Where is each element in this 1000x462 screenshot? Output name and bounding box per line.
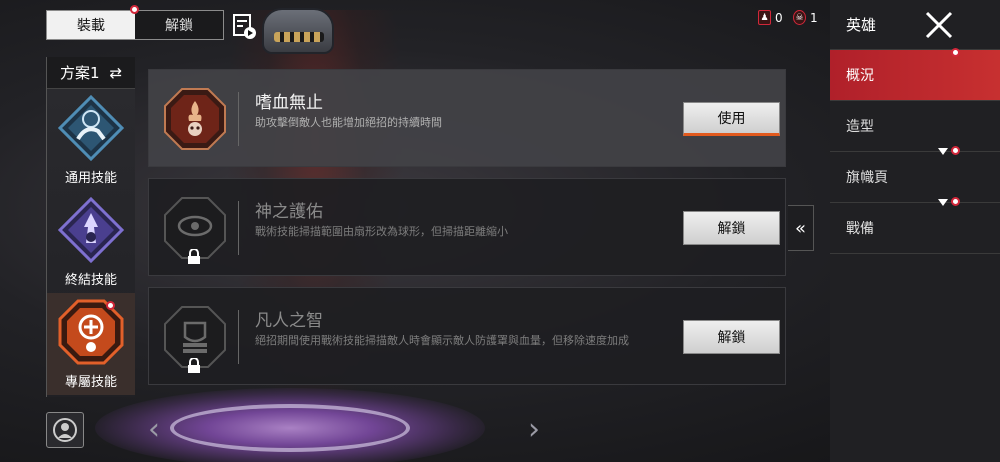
right-nav-panel: 英雄 概況 造型 旗幟頁 戰備 (830, 0, 1000, 462)
nav-item-label: 概況 (846, 68, 874, 84)
hero-head (262, 8, 334, 54)
notification-dot-icon (951, 146, 960, 155)
perk-slot-column: 方案1 ⇄ 通用技能 終結技能 專屬技能 (46, 57, 135, 397)
notification-dot-icon (951, 48, 960, 57)
card-divider (238, 92, 239, 146)
perk-title: 嗜血無止 (255, 93, 323, 113)
character-rotate-icon (53, 418, 77, 442)
collapse-panel-button[interactable]: « (788, 205, 814, 251)
triangle-down-icon (938, 148, 948, 155)
perk-card-divine-protection[interactable]: 神之護佑 戰術技能掃描範圍由扇形改為球形，但掃描距離縮小 解鎖 (148, 178, 786, 276)
close-icon[interactable] (924, 10, 954, 40)
perk-slot-general-label: 通用技能 (64, 171, 117, 186)
perk-description: 絕招期間使用戰術技能掃描敵人時會顯示敵人防護罩與血量，但移除速度加成 (255, 334, 629, 347)
card-divider (238, 201, 239, 255)
bloodlust-badge (163, 87, 227, 151)
card-divider (238, 310, 239, 364)
finisher-perk-icon (58, 197, 124, 263)
lock-icon (188, 249, 200, 264)
platform-ring (170, 404, 410, 452)
tab-equip-label: 裝載 (77, 18, 105, 34)
perk-slot-exclusive-label: 專屬技能 (64, 375, 117, 390)
nav-item-label: 造型 (846, 119, 874, 135)
tab-unlock-label: 解鎖 (165, 18, 193, 34)
swap-icon: ⇄ (109, 63, 123, 82)
notification-dot-icon (130, 5, 139, 14)
perk-slot-general[interactable]: 通用技能 (47, 89, 135, 191)
lock-icon (188, 358, 200, 373)
rotate-right-arrow-icon[interactable]: › (528, 412, 540, 447)
loadout-label: 方案1 (59, 64, 100, 82)
document-play-icon[interactable] (233, 14, 257, 40)
exclusive-perk-icon (58, 299, 124, 365)
perk-description: 戰術技能掃描範圍由扇形改為球形，但掃描距離縮小 (255, 225, 508, 238)
perk-slot-exclusive[interactable]: 專屬技能 (47, 293, 135, 395)
status-count-b: ☠ 1 (793, 10, 818, 25)
skull-flame-icon (164, 88, 226, 150)
triangle-down-icon (938, 199, 948, 206)
status-count-a-value: 0 (775, 10, 783, 25)
unlock-button[interactable]: 解鎖 (683, 211, 780, 245)
notification-dot-icon (951, 197, 960, 206)
use-button[interactable]: 使用 (683, 102, 780, 136)
perk-card-bloodlust[interactable]: 嗜血無止 助攻擊倒敵人也能增加絕招的持續時間 使用 (148, 69, 786, 167)
tab-equip[interactable]: 裝載 (47, 5, 139, 39)
nav-item-skins[interactable]: 造型 (830, 101, 1000, 152)
player-token-icon: ♟ (758, 10, 771, 25)
rotate-left-arrow-icon[interactable]: ‹ (148, 412, 160, 447)
right-nav-header: 英雄 (830, 0, 1000, 50)
nav-item-overview[interactable]: 概況 (830, 48, 1000, 101)
right-nav-title: 英雄 (846, 16, 877, 34)
perk-slot-finisher-label: 終結技能 (64, 273, 117, 288)
unlock-button[interactable]: 解鎖 (683, 320, 780, 354)
perk-description: 助攻擊倒敵人也能增加絕招的持續時間 (255, 116, 442, 129)
skull-token-icon: ☠ (793, 10, 806, 25)
nav-item-banner[interactable]: 旗幟頁 (830, 146, 1000, 203)
status-count-a: ♟ 0 (758, 10, 783, 25)
double-chevron-left-icon: « (794, 217, 806, 239)
perk-slot-finisher[interactable]: 終結技能 (47, 191, 135, 293)
nav-item-label: 戰備 (846, 221, 874, 237)
nav-item-loadout[interactable]: 戰備 (830, 197, 1000, 254)
tab-unlock[interactable]: 解鎖 (135, 11, 223, 39)
perk-card-mortal-wisdom[interactable]: 凡人之智 絕招期間使用戰術技能掃描敵人時會顯示敵人防護罩與血量，但移除速度加成 … (148, 287, 786, 385)
notification-dot-icon (106, 301, 115, 310)
top-tabs: 裝載 解鎖 (46, 5, 224, 40)
perk-title: 神之護佑 (255, 202, 323, 222)
loadout-selector[interactable]: 方案1 ⇄ (47, 57, 135, 89)
crawl-perk-icon (58, 95, 124, 161)
character-swap-button[interactable] (46, 412, 84, 448)
perk-title: 凡人之智 (255, 311, 323, 331)
nav-item-label: 旗幟頁 (846, 170, 888, 186)
status-count-b-value: 1 (810, 10, 818, 25)
